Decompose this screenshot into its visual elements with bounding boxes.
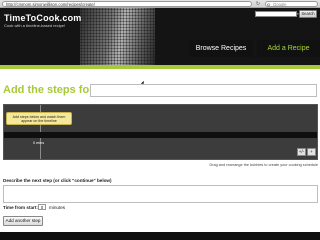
browser-search-field[interactable]: G Google xyxy=(265,1,318,7)
nav-add-recipe[interactable]: Add a Recipe xyxy=(257,40,320,57)
drag-hint: Drag and rearrange the bubbles to create… xyxy=(209,163,319,167)
page-title: Add the steps for xyxy=(3,84,94,96)
describe-step-textarea[interactable] xyxy=(3,185,318,203)
add-step-button[interactable]: Add another step xyxy=(3,216,43,226)
nav-browse-recipes[interactable]: Browse Recipes xyxy=(189,40,253,57)
recipe-title-input[interactable] xyxy=(90,84,317,97)
site-search-button[interactable]: Search xyxy=(299,10,317,18)
address-bar[interactable]: http://cmmom.simonwillison.com/recipes/c… xyxy=(2,1,252,7)
header-accent-stripe xyxy=(0,65,320,69)
time-from-start-label: Time from start: xyxy=(3,205,38,210)
zoom-out-button[interactable]: +/- xyxy=(297,148,306,156)
browser-toolbar: http://cmmom.simonwillison.com/recipes/c… xyxy=(0,0,320,8)
site-search-input[interactable] xyxy=(255,11,297,17)
site-logo[interactable]: TimeToCook.com xyxy=(4,13,81,23)
browser-search-placeholder: Google xyxy=(273,2,287,7)
site-tagline: Cook with a timeline-based recipe! xyxy=(4,23,66,28)
footer-bar xyxy=(0,232,320,240)
timeline-track xyxy=(4,132,317,138)
minutes-label: minutes xyxy=(49,205,66,210)
minutes-input[interactable]: 0 xyxy=(38,204,46,210)
header-grater-image xyxy=(80,8,155,65)
reload-icon[interactable]: ↻ xyxy=(254,1,262,7)
timeline-time-label: 0 mins xyxy=(33,141,45,145)
timeline-tooltip: Add steps below and watch them appear on… xyxy=(6,112,72,125)
zoom-in-button[interactable]: + xyxy=(307,148,316,156)
describe-step-label: Describe the next step (or click "contin… xyxy=(3,178,112,183)
google-g-icon: G xyxy=(267,2,271,7)
